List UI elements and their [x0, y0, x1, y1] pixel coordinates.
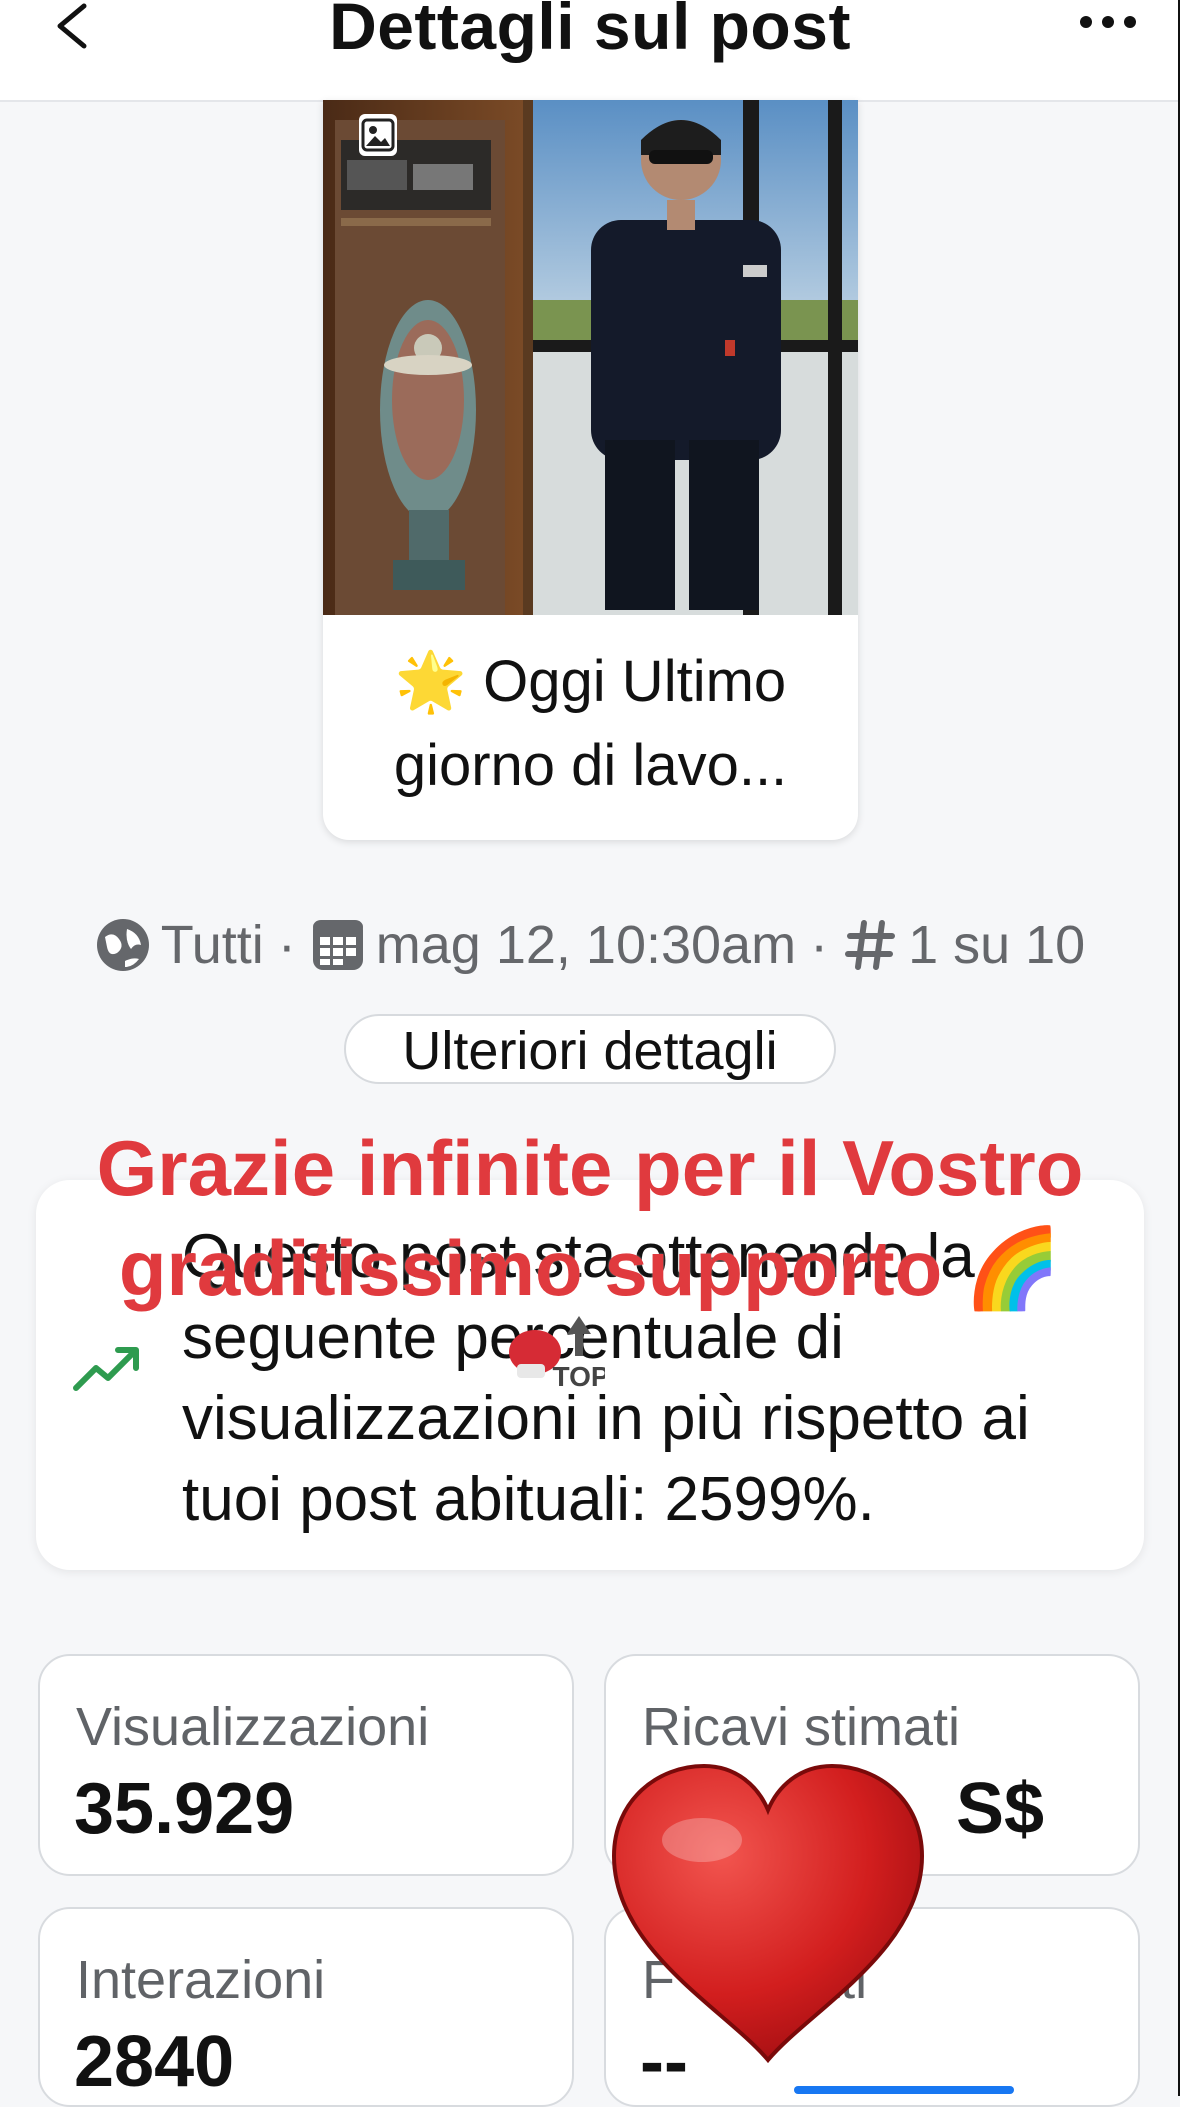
page-title: Dettagli sul post [329, 0, 851, 63]
stat-label: Ricavi stimati [642, 1697, 961, 1757]
trending-up-icon [73, 1347, 139, 1391]
heart-icon [611, 1763, 925, 2064]
calendar-icon [312, 920, 363, 970]
more-horizontal-icon[interactable] [1076, 12, 1140, 32]
hashtag-icon [845, 920, 896, 970]
top-sticker: TOP [509, 1316, 605, 1392]
post-caption: 🌟 Oggi Ultimo giorno di lavo... [393, 649, 788, 798]
post-rank: 1 su 10 [908, 915, 1086, 975]
post-date: mag 12, 10:30am [375, 915, 797, 975]
top-sticker-label: TOP [552, 1361, 605, 1392]
stat-label: Interazioni [76, 1950, 326, 2010]
post-photo [323, 100, 858, 615]
stat-label: Visualizzazioni [76, 1697, 430, 1757]
overlay-caption: Grazie infinite per il Vostro graditissi… [96, 1124, 1084, 1312]
image-icon [359, 114, 397, 156]
audience-label: Tutti [160, 915, 264, 975]
post-preview-card[interactable]: 🌟 Oggi Ultimo giorno di lavo... [323, 100, 858, 840]
separator: · [810, 915, 829, 975]
stat-value: 2840 [74, 2022, 235, 2102]
more-details-button[interactable]: Ulteriori dettagli [344, 1014, 836, 1084]
arrow-up-icon [567, 1316, 591, 1356]
stat-value: 35.929 [74, 1769, 295, 1849]
top-bar: Dettagli sul post [0, 0, 1180, 102]
stat-value: S$ [956, 1769, 1045, 1849]
scroll-indicator [794, 2086, 1014, 2094]
stat-card-interactions[interactable]: Interazioni 2840 [38, 1907, 574, 2107]
globe-icon [96, 919, 149, 971]
stat-card-views[interactable]: Visualizzazioni 35.929 [38, 1654, 574, 1876]
post-meta-row: Tutti · mag 12, 10:30am · 1 su 10 [0, 910, 1180, 980]
separator: · [277, 915, 296, 975]
